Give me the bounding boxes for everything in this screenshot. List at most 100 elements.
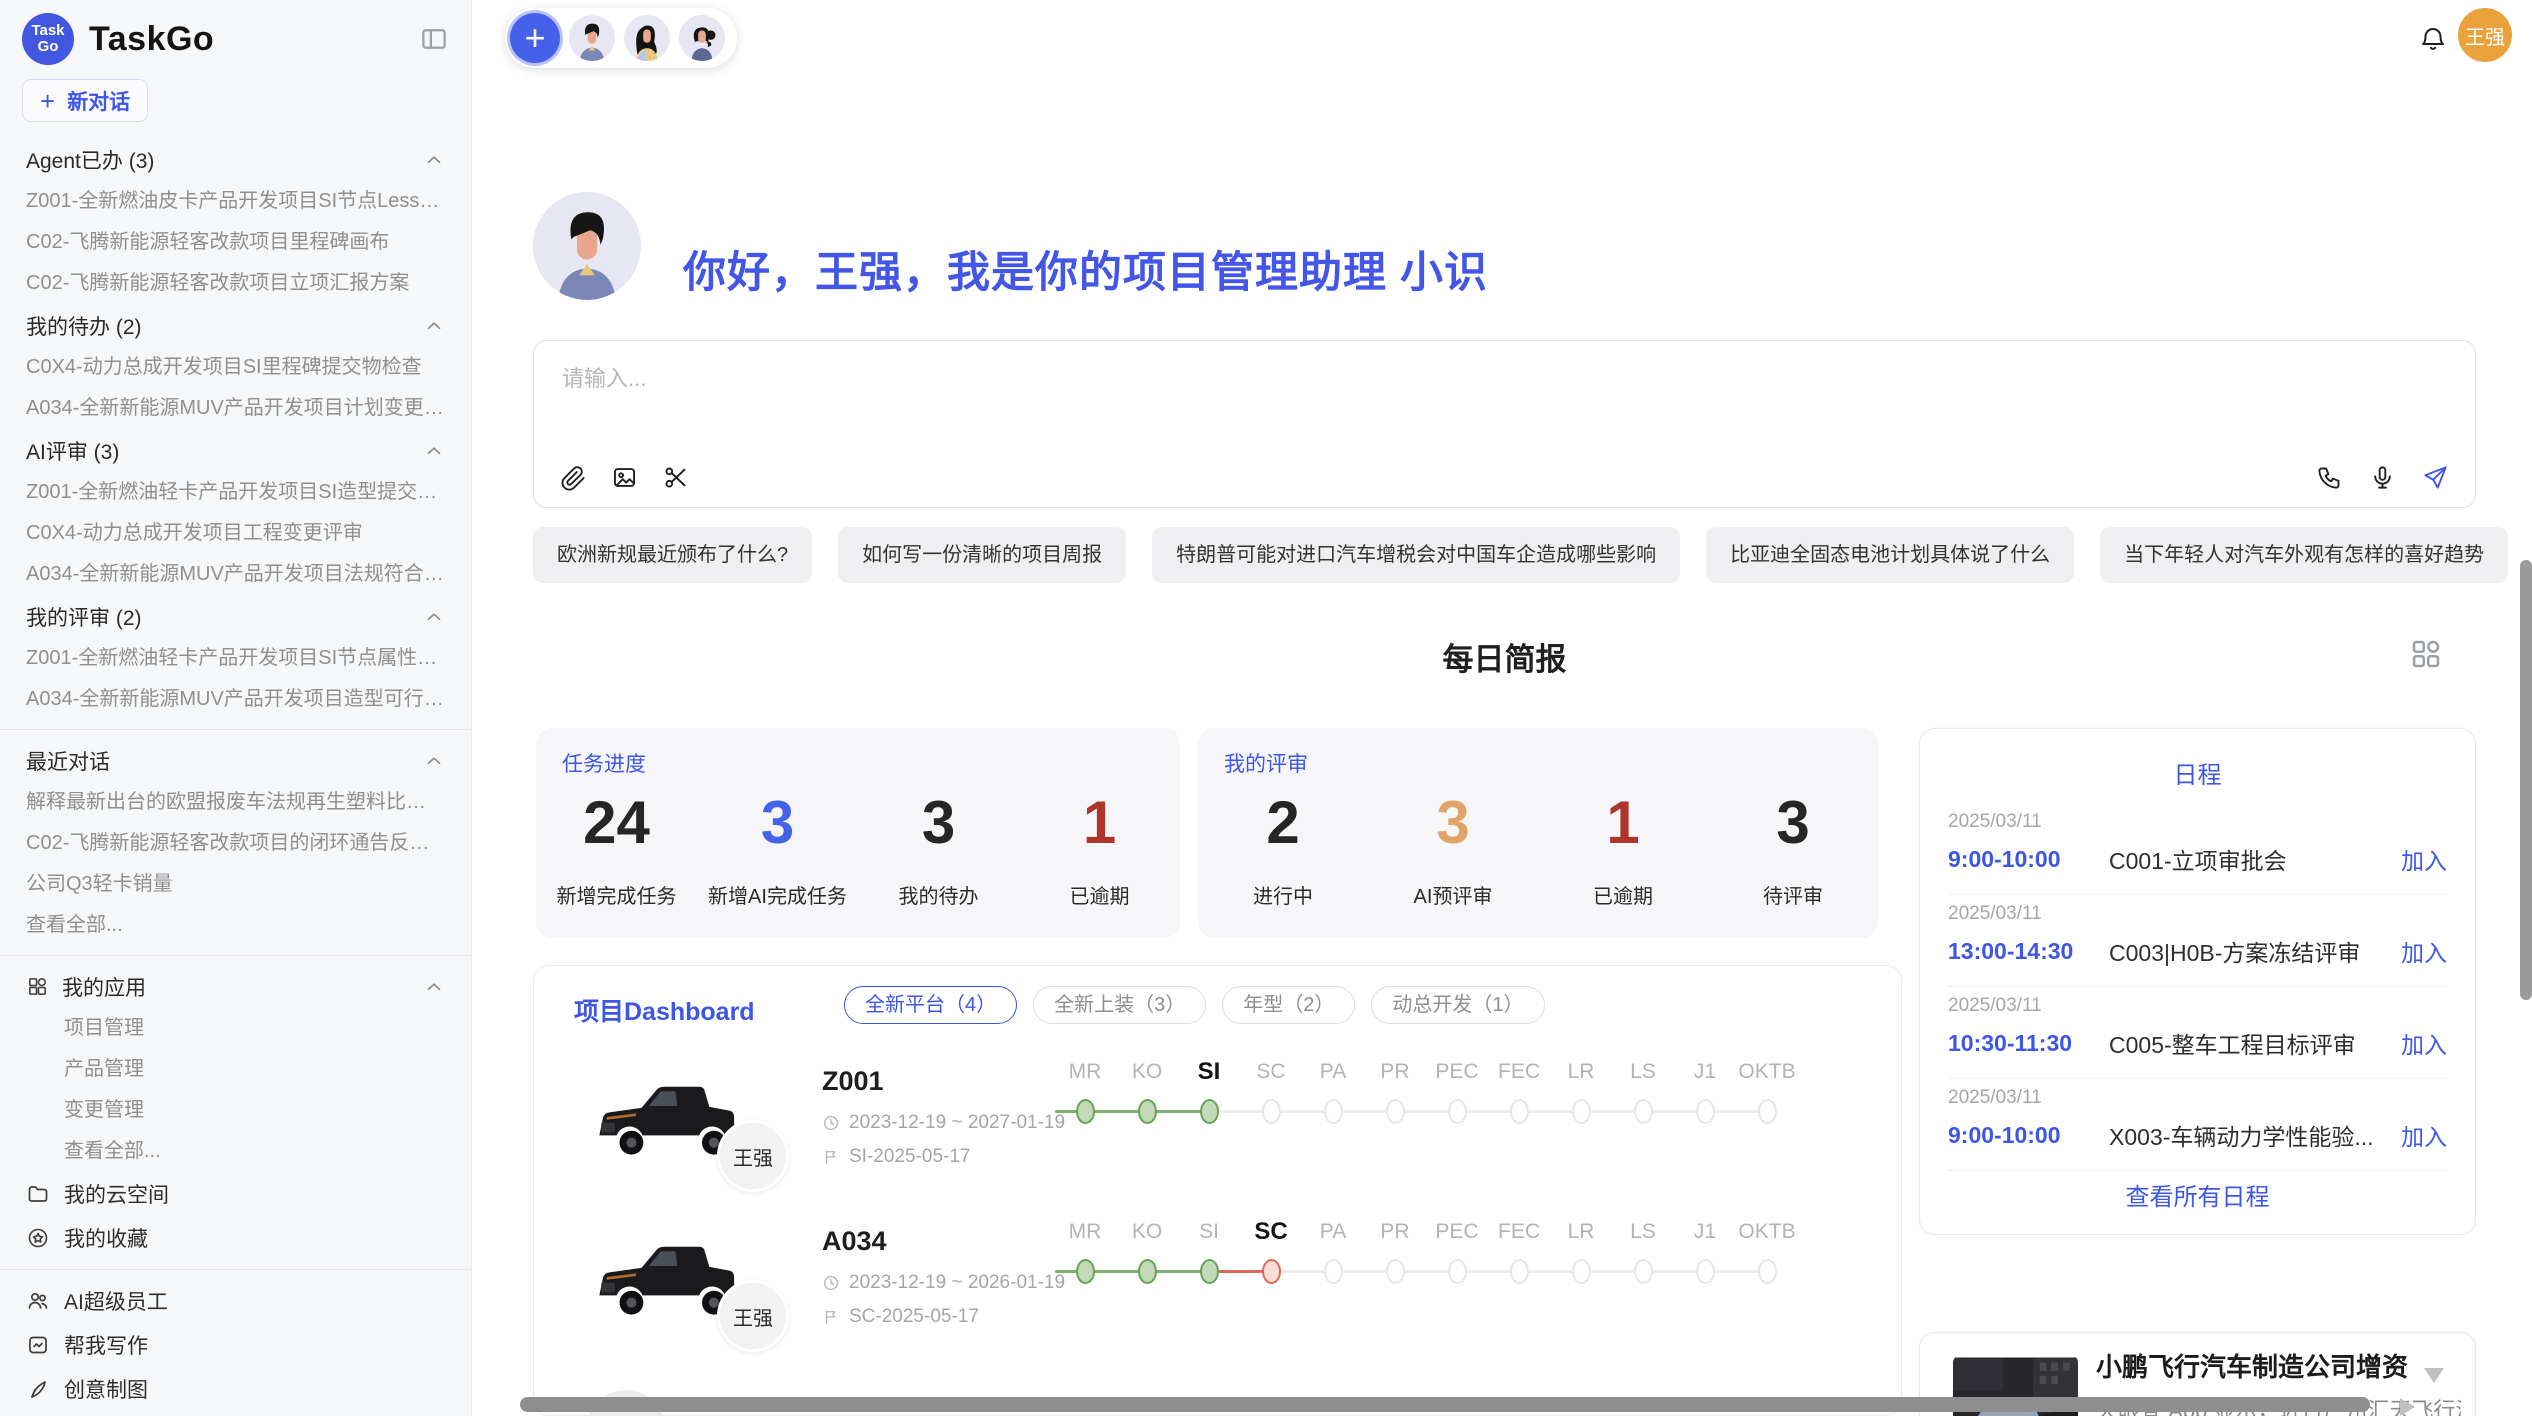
- sidebar-item[interactable]: 解释最新出台的欧盟报废车法规再生塑料比例被调至15%...: [0, 782, 471, 823]
- suggestion-chip[interactable]: 如何写一份清晰的项目周报: [838, 527, 1126, 583]
- sidebar-item[interactable]: 公司Q3轻卡销量: [0, 864, 471, 905]
- milestone: KO: [1116, 1052, 1178, 1172]
- event-date: 2025/03/11: [1948, 903, 2447, 925]
- sidebar-item[interactable]: 项目管理: [0, 1008, 471, 1049]
- scroll-right-arrow-icon[interactable]: [2400, 1398, 2415, 1416]
- scissors-icon[interactable]: [662, 464, 689, 491]
- dashboard-filter[interactable]: 全新上装（3）: [1033, 986, 1206, 1024]
- vertical-scrollbar[interactable]: [2520, 560, 2532, 1000]
- assistant-avatar-2[interactable]: [624, 15, 670, 61]
- paperclip-icon[interactable]: [560, 464, 587, 491]
- milestone: OKTB: [1736, 1052, 1798, 1172]
- sidebar-item[interactable]: 查看全部...: [0, 1131, 471, 1172]
- horizontal-scrollbar[interactable]: [520, 1397, 2370, 1412]
- milestone-dot: [1634, 1099, 1653, 1124]
- sidebar-item[interactable]: C02-飞腾新能源轻客改款项目的闭环通告反馈情况: [0, 823, 471, 864]
- chevron-up-icon: [423, 440, 445, 462]
- collapse-panel-icon[interactable]: [419, 24, 449, 54]
- dashboard-filter[interactable]: 年型（2）: [1222, 986, 1355, 1024]
- dashboard-filters: 全新平台（4） 全新上装（3） 年型（2） 动总开发（1）: [844, 986, 1545, 1024]
- layout-grid-icon[interactable]: [2408, 636, 2444, 672]
- milestone: PR: [1364, 1212, 1426, 1332]
- sidebar-section-label: 最近对话: [26, 746, 110, 776]
- sidebar-item[interactable]: 产品管理: [0, 1049, 471, 1090]
- stat-label-text: 待评审: [1708, 880, 1878, 909]
- phone-icon[interactable]: [2316, 464, 2343, 491]
- sidebar-section-header[interactable]: 我的待办 (2): [0, 304, 471, 347]
- event-date: 2025/03/11: [1948, 811, 2447, 833]
- project-dates: 2023-12-19 ~ 2026-01-19: [822, 1272, 1065, 1294]
- scroll-down-arrow-icon[interactable]: [2424, 1368, 2444, 1383]
- milestone-label: LS: [1612, 1212, 1674, 1252]
- sidebar-item[interactable]: 变更管理: [0, 1090, 471, 1131]
- sidebar-item[interactable]: 查看全部...: [0, 905, 471, 946]
- chat-input[interactable]: [562, 361, 2262, 427]
- my-review-card: 我的评审2进行中3AI预评审1已逾期3待评审: [1198, 728, 1878, 938]
- event-row: 9:00-10:00X003-车辆动力学性能验...加入: [1948, 1118, 2447, 1152]
- sidebar-item[interactable]: C0X4-动力总成开发项目SI里程碑提交物检查: [0, 347, 471, 388]
- plus-icon: +: [524, 17, 545, 59]
- assistant-avatar-3[interactable]: [679, 15, 725, 61]
- join-link[interactable]: 加入: [2401, 934, 2447, 968]
- stat-label-text: 新增AI完成任务: [697, 880, 858, 909]
- sidebar-item[interactable]: C02-飞腾新能源轻客改款项目里程碑画布: [0, 222, 471, 263]
- join-link[interactable]: 加入: [2401, 1118, 2447, 1152]
- sidebar-item[interactable]: Z001-全新燃油轻卡产品开发项目SI造型提交物评审: [0, 472, 471, 513]
- image-icon[interactable]: [611, 464, 638, 491]
- milestone-label: PA: [1302, 1212, 1364, 1252]
- stat-label-text: 已逾期: [1019, 880, 1180, 909]
- milestone-dot: [1200, 1099, 1219, 1124]
- milestone-dot: [1634, 1259, 1653, 1284]
- suggestion-chip[interactable]: 比亚迪全固态电池计划具体说了什么: [1706, 527, 2074, 583]
- microphone-icon[interactable]: [2369, 464, 2396, 491]
- event-date: 2025/03/11: [1948, 1087, 2447, 1109]
- sidebar-item-我的云空间[interactable]: 我的云空间: [0, 1172, 471, 1216]
- sidebar-header: Task Go TaskGo: [0, 0, 471, 73]
- project-code: A034: [822, 1226, 887, 1257]
- sidebar-item-创意制图[interactable]: 创意制图: [0, 1367, 471, 1411]
- view-all-schedule-link[interactable]: 查看所有日程: [1920, 1177, 2475, 1212]
- sidebar-item[interactable]: C02-飞腾新能源轻客改款项目立项汇报方案: [0, 263, 471, 304]
- bell-icon[interactable]: [2418, 24, 2448, 54]
- milestone-label: OKTB: [1736, 1212, 1798, 1252]
- sidebar-item[interactable]: Z001-全新燃油皮卡产品开发项目SI节点Lesson Learn报告: [0, 181, 471, 222]
- suggestion-chip[interactable]: 特朗普可能对进口汽车增税会对中国车企造成哪些影响: [1152, 527, 1680, 583]
- sidebar-item[interactable]: A034-全新新能源MUV产品开发项目计划变更表编写: [0, 388, 471, 429]
- new-chat-button[interactable]: + 新对话: [22, 79, 148, 122]
- assistant-avatar-1[interactable]: [569, 15, 615, 61]
- send-icon[interactable]: [2422, 464, 2449, 491]
- sidebar-item[interactable]: C0X4-动力总成开发项目工程变更评审: [0, 513, 471, 554]
- flag-icon: [822, 1308, 840, 1326]
- sidebar-section-header[interactable]: AI评审 (3): [0, 429, 471, 472]
- sidebar-section-header[interactable]: 我的评审 (2): [0, 595, 471, 638]
- star-badge-icon: [26, 1226, 50, 1250]
- stat-value: 1: [1538, 792, 1708, 854]
- sidebar-item-我的收藏[interactable]: 我的收藏: [0, 1216, 471, 1260]
- project-row: 王强Z0012023-12-19 ~ 2027-01-19SI-2025-05-…: [534, 1046, 1901, 1206]
- dashboard-filter[interactable]: 动总开发（1）: [1371, 986, 1544, 1024]
- task-progress-card: 任务进度24新增完成任务3新增AI完成任务3我的待办1已逾期: [536, 728, 1180, 938]
- dashboard-filter[interactable]: 全新平台（4）: [844, 986, 1017, 1024]
- sidebar-item-AI超级员工[interactable]: AI超级员工: [0, 1279, 471, 1323]
- sidebar-item[interactable]: A034-全新新能源MUV产品开发项目法规符合性评审: [0, 554, 471, 595]
- milestone-label: SC: [1240, 1212, 1302, 1252]
- suggestion-chip[interactable]: 欧洲新规最近颁布了什么?: [533, 527, 812, 583]
- add-assistant-button[interactable]: +: [510, 13, 560, 63]
- project-row: 王强A0342023-12-19 ~ 2026-01-19SC-2025-05-…: [534, 1206, 1901, 1366]
- sidebar-item-帮我写作[interactable]: 帮我写作: [0, 1323, 471, 1367]
- join-link[interactable]: 加入: [2401, 842, 2447, 876]
- milestone: J1: [1674, 1212, 1736, 1332]
- sidebar-section-header[interactable]: Agent已办 (3): [0, 138, 471, 181]
- milestone: PEC: [1426, 1212, 1488, 1332]
- project-dates-text: 2023-12-19 ~ 2026-01-19: [849, 1272, 1065, 1294]
- sidebar-item[interactable]: Z001-全新燃油轻卡产品开发项目SI节点属性5D文件评审: [0, 638, 471, 679]
- suggestion-chip[interactable]: 当下年轻人对汽车外观有怎样的喜好趋势: [2100, 527, 2508, 583]
- milestone: LS: [1612, 1052, 1674, 1172]
- sidebar-item[interactable]: A034-全新新能源MUV产品开发项目造型可行性评审: [0, 679, 471, 720]
- join-link[interactable]: 加入: [2401, 1026, 2447, 1060]
- milestone-label: LR: [1550, 1212, 1612, 1252]
- user-avatar[interactable]: 王强: [2458, 8, 2512, 62]
- divider: [0, 955, 471, 956]
- sidebar-section-header[interactable]: 最近对话: [0, 739, 471, 782]
- sidebar-section-header[interactable]: 我的应用: [0, 965, 471, 1008]
